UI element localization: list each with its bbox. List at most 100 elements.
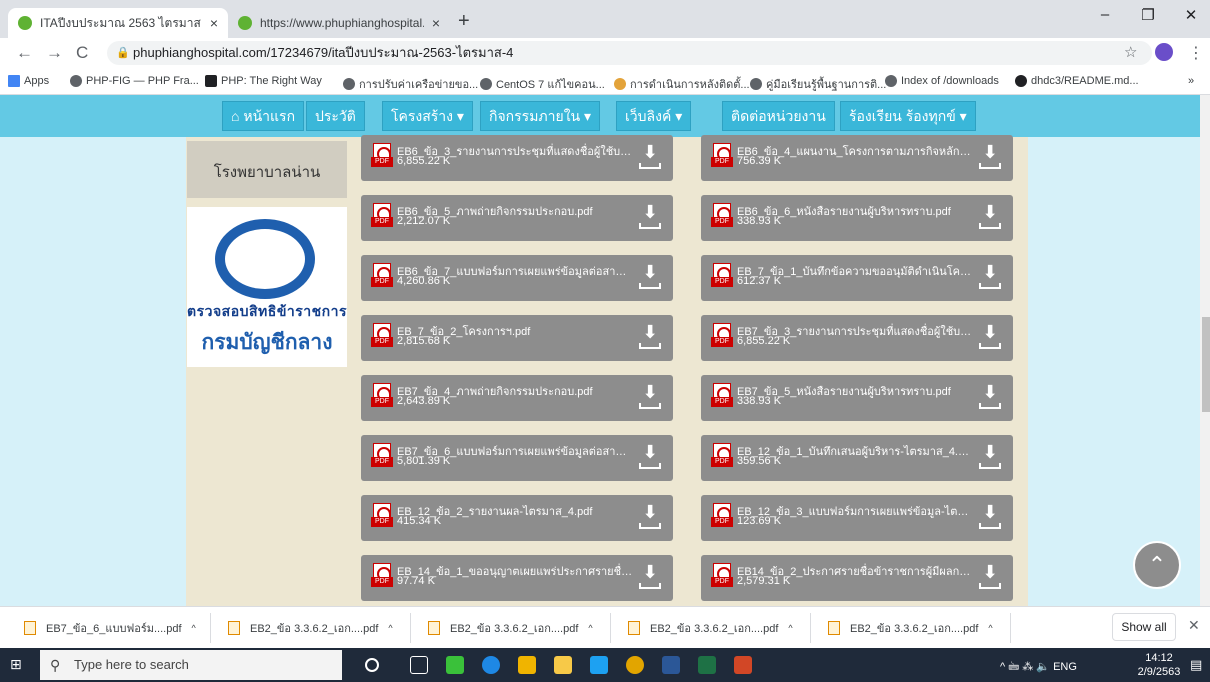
download-icon[interactable]: ⬇ <box>977 503 1003 533</box>
taskbar-search-box[interactable]: ⚲ Type here to search <box>40 650 342 680</box>
task-view-icon[interactable] <box>410 656 428 674</box>
notifications-icon[interactable]: ▤ <box>1190 657 1202 673</box>
browser-menu-icon[interactable]: ⋮ <box>1188 43 1204 63</box>
download-icon[interactable]: ⬇ <box>977 323 1003 353</box>
logo-line2: กรมบัญชีกลาง <box>201 331 333 354</box>
new-tab-button[interactable]: + <box>458 10 470 33</box>
minimize-button[interactable]: – <box>1090 6 1120 23</box>
store-icon[interactable] <box>518 656 536 674</box>
bookmark-basics-guide[interactable]: คู่มือเรียนรู้พื้นฐานการติ... <box>750 75 886 93</box>
chevron-up-icon[interactable]: ^ <box>388 623 392 633</box>
pdf-file-tile[interactable]: PDF EB_12_ข้อ_1_บันทึกเสนอผู้บริหาร-ไตรมา… <box>701 435 1013 481</box>
chevron-up-icon[interactable]: ^ <box>788 623 792 633</box>
download-icon[interactable]: ⬇ <box>977 383 1003 413</box>
download-icon[interactable]: ⬇ <box>637 383 663 413</box>
download-icon[interactable]: ⬇ <box>977 143 1003 173</box>
pdf-file-tile[interactable]: PDF EB7_ข้อ_4_ภาพถ่ายกิจกรรมประกอบ.pdf 2,6… <box>361 375 673 421</box>
download-item[interactable]: EB2_ข้อ 3.3.6.2_เอก....pdf ^ <box>428 617 593 639</box>
file-explorer-icon[interactable] <box>554 656 572 674</box>
bookmark-network-config[interactable]: การปรับค่าเครือข่ายขอ... <box>343 75 478 93</box>
powerpoint-icon[interactable] <box>734 656 752 674</box>
bookmark-post-install[interactable]: การดำเนินการหลังติดตั้... <box>614 75 750 93</box>
nav-contact[interactable]: ติดต่อหน่วยงาน <box>722 101 835 131</box>
download-icon[interactable]: ⬇ <box>977 443 1003 473</box>
bookmark-star-icon[interactable]: ☆ <box>1124 43 1137 61</box>
pdf-file-tile[interactable]: PDF EB_12_ข้อ_2_รายงานผล-ไตรมาส_4.pdf 415.… <box>361 495 673 541</box>
taskbar-clock[interactable]: 14:12 2/9/2563 <box>1136 651 1182 679</box>
sidebar-hospital-link[interactable]: โรงพยาบาลน่าน <box>187 141 347 198</box>
reload-button[interactable]: C <box>76 43 88 63</box>
chevron-up-icon[interactable]: ^ <box>988 623 992 633</box>
download-icon[interactable]: ⬇ <box>977 263 1003 293</box>
close-download-shelf-icon[interactable]: ✕ <box>1188 617 1200 634</box>
bookmark-php-right-way[interactable]: PHP: The Right Way <box>205 75 322 87</box>
edge-icon[interactable] <box>482 656 500 674</box>
clock-date: 2/9/2563 <box>1137 666 1181 678</box>
download-icon[interactable]: ⬇ <box>637 563 663 593</box>
bookmark-centos[interactable]: CentOS 7 แก้ไขคอน... <box>480 75 605 93</box>
mail-icon[interactable] <box>590 656 608 674</box>
pdf-file-tile[interactable]: PDF EB6_ข้อ_4_แผนงาน_โครงการตามภารกิจหลัก… <box>701 135 1013 181</box>
bookmark-downloads-index[interactable]: Index of /downloads <box>885 75 999 87</box>
profile-avatar[interactable] <box>1155 43 1173 61</box>
scroll-to-top-button[interactable]: ⌃ <box>1133 541 1181 589</box>
pdf-file-tile[interactable]: PDF EB6_ข้อ_5_ภาพถ่ายกิจกรรมประกอบ.pdf 2,2… <box>361 195 673 241</box>
pdf-file-tile[interactable]: PDF EB7_ข้อ_3_รายงานการประชุมที่แสดงชื่อผ… <box>701 315 1013 361</box>
windows-start-icon[interactable]: ⊞ <box>10 656 26 672</box>
restore-button[interactable]: ❐ <box>1133 6 1163 24</box>
chevron-up-icon[interactable]: ^ <box>192 623 196 633</box>
download-icon[interactable]: ⬇ <box>637 503 663 533</box>
pdf-file-tile[interactable]: PDF EB7_ข้อ_5_หนังสือรายงานผู้บริหารทราบ.… <box>701 375 1013 421</box>
bookmarks-overflow-button[interactable]: » <box>1188 75 1194 87</box>
bookmark-php-fig[interactable]: PHP-FIG — PHP Fra... <box>70 75 199 87</box>
nav-home[interactable]: ⌂ หน้าแรก <box>222 101 305 131</box>
download-icon[interactable]: ⬇ <box>637 203 663 233</box>
scrollbar-thumb[interactable] <box>1202 317 1210 412</box>
download-item[interactable]: EB2_ข้อ 3.3.6.2_เอก....pdf ^ <box>828 617 993 639</box>
download-item[interactable]: EB2_ข้อ 3.3.6.2_เอก....pdf ^ <box>628 617 793 639</box>
pdf-file-tile[interactable]: PDF EB_7_ข้อ_2_โครงการฯ.pdf 2,815.68 K ⬇ <box>361 315 673 361</box>
pdf-file-tile[interactable]: PDF EB6_ข้อ_7_แบบฟอร์มการเผยแพร่ข้อมูลต่อ… <box>361 255 673 301</box>
folder-icon <box>614 78 626 90</box>
download-icon[interactable]: ⬇ <box>637 443 663 473</box>
download-item[interactable]: EB2_ข้อ 3.3.6.2_เอก....pdf ^ <box>228 617 393 639</box>
chrome-icon[interactable] <box>626 656 644 674</box>
url-field[interactable]: 🔒 phuphianghospital.com/17234679/itaปีงบ… <box>107 41 1152 65</box>
download-icon[interactable]: ⬇ <box>977 203 1003 233</box>
download-item[interactable]: EB7_ข้อ_6_แบบฟอร์ม....pdf ^ <box>24 617 196 639</box>
cortana-icon[interactable] <box>365 658 379 672</box>
pdf-file-tile[interactable]: PDF EB14_ข้อ_2_ประกาศรายชื่อข้าราชการผู้ม… <box>701 555 1013 601</box>
download-icon[interactable]: ⬇ <box>977 563 1003 593</box>
excel-icon[interactable] <box>698 656 716 674</box>
pdf-file-tile[interactable]: PDF EB_7_ข้อ_1_บันทึกข้อความขออนุมัติดำเน… <box>701 255 1013 301</box>
back-button[interactable]: ← <box>16 43 33 63</box>
system-tray[interactable]: ^ 🖮 ⁂ 🔈 ENG <box>1000 658 1077 677</box>
tab-ita[interactable]: ITAปีงบประมาณ 2563 ไตรมาส 4 × <box>8 8 228 38</box>
nav-structure[interactable]: โครงสร้าง ▾ <box>382 101 473 131</box>
show-all-downloads-button[interactable]: Show all <box>1112 613 1176 641</box>
window-close-button[interactable]: ✕ <box>1176 6 1206 24</box>
pdf-file-tile[interactable]: PDF EB7_ข้อ_6_แบบฟอร์มการเผยแพร่ข้อมูลต่อ… <box>361 435 673 481</box>
pdf-file-tile[interactable]: PDF EB6_ข้อ_3_รายงานการประชุมที่แสดงชื่อผ… <box>361 135 673 181</box>
tab-phuphiang[interactable]: https://www.phuphianghospital.c × <box>228 8 450 38</box>
lock-icon[interactable]: 🔒 <box>116 41 130 65</box>
nav-complaints[interactable]: ร้องเรียน ร้องทุกข์ ▾ <box>840 101 976 131</box>
nav-history[interactable]: ประวัติ <box>306 101 365 131</box>
pdf-file-tile[interactable]: PDF EB_14_ข้อ_1_ขออนุญาตเผยแพร่ประกาศรายช… <box>361 555 673 601</box>
chevron-up-icon[interactable]: ^ <box>588 623 592 633</box>
pdf-file-tile[interactable]: PDF EB_12_ข้อ_3_แบบฟอร์มการเผยแพร่ข้อมูล-… <box>701 495 1013 541</box>
nav-weblinks[interactable]: เว็บลิงค์ ▾ <box>616 101 692 131</box>
line-app-icon[interactable] <box>446 656 464 674</box>
tab-close-icon[interactable]: × <box>432 15 440 31</box>
bookmark-dhdc3-readme[interactable]: dhdc3/README.md... <box>1015 75 1139 87</box>
bookmark-apps[interactable]: Apps <box>8 75 49 87</box>
download-icon[interactable]: ⬇ <box>637 263 663 293</box>
comptroller-logo-banner[interactable]: ตรวจสอบสิทธิข้าราชการ กรมบัญชีกลาง <box>187 207 347 367</box>
tab-close-icon[interactable]: × <box>210 15 218 31</box>
forward-button[interactable]: → <box>46 43 63 63</box>
download-icon[interactable]: ⬇ <box>637 323 663 353</box>
pdf-file-tile[interactable]: PDF EB6_ข้อ_6_หนังสือรายงานผู้บริหารทราบ.… <box>701 195 1013 241</box>
nav-activities[interactable]: กิจกรรมภายใน ▾ <box>480 101 601 131</box>
download-icon[interactable]: ⬇ <box>637 143 663 173</box>
word-icon[interactable] <box>662 656 680 674</box>
